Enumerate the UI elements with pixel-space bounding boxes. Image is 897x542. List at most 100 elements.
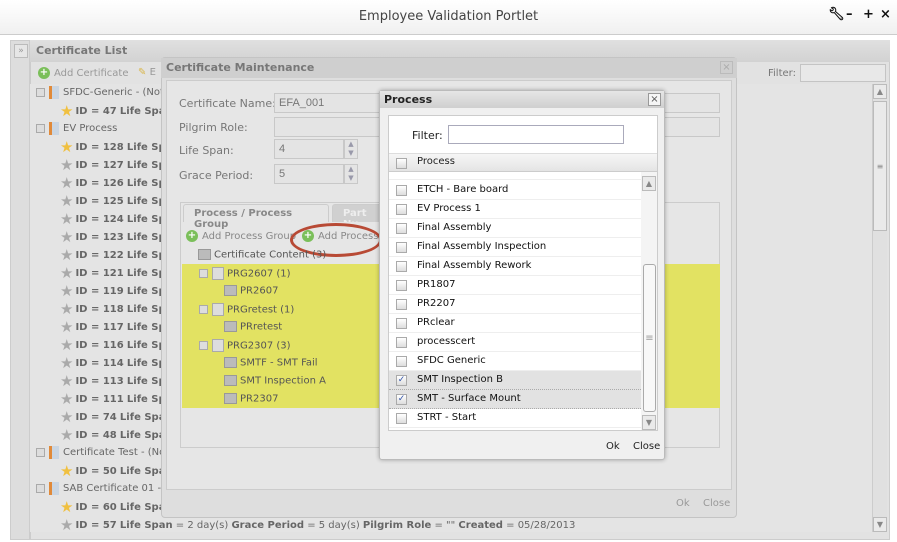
process-row[interactable]: SFDC Generic [389,352,641,371]
process-group-node[interactable]: PRG2607 (1) [199,267,291,280]
life-span-label: Life Span: [179,144,234,157]
collapse-icon[interactable] [199,269,208,278]
process-group-icon [212,303,224,316]
collapse-icon[interactable] [36,447,45,457]
process-row[interactable]: PRclear [389,314,641,333]
select-all-checkbox[interactable] [396,158,407,169]
process-row[interactable]: ✓ SMT Inspection B [389,371,641,390]
process-node[interactable]: SMTF - SMT Fail [224,357,318,369]
tree-certificate[interactable]: SAB Certificate 01 - (I [36,480,171,498]
star-icon: ★ [60,282,74,300]
row-checkbox[interactable] [396,280,407,291]
row-checkbox[interactable] [396,204,407,215]
close-icon[interactable]: × [648,93,661,106]
add-process-group-button[interactable]: + Add Process Group [186,230,296,242]
star-icon: ★ [60,228,74,246]
star-icon: ★ [60,156,74,174]
process-row[interactable]: PR1807 [389,276,641,295]
star-icon: ★ [60,426,74,444]
collapse-icon[interactable] [36,483,45,493]
process-icon [224,321,237,332]
cm-close-icon[interactable]: × [720,61,733,74]
tree-certificate[interactable]: SFDC-Generic - (Not S [36,84,173,102]
scroll-thumb[interactable]: ≡ [643,264,656,412]
process-filter-input[interactable] [448,125,624,144]
star-icon: ★ [60,354,74,372]
edit-certificate-button[interactable]: ✎ E [138,67,156,78]
cm-title: Certificate Maintenance [161,58,737,78]
add-certificate-button[interactable]: + Add Certificate [38,67,128,79]
wrench-icon[interactable]: 🔧︎ [828,7,845,22]
column-process[interactable]: Process [417,156,455,167]
certificate-icon [49,121,59,135]
expand-sidebar-button[interactable]: » [14,44,28,58]
tree-item[interactable]: ★ ID = 48 Life Span [60,426,173,444]
scroll-down-button[interactable]: ▼ [642,415,656,430]
process-row[interactable]: Final Assembly [389,219,641,238]
life-span-input[interactable] [274,139,344,159]
tab-process-group[interactable]: Process / Process Group [183,204,329,230]
process-row[interactable]: processcert [389,333,641,352]
scroll-up-button[interactable]: ▲ [873,84,887,99]
process-row[interactable]: Final Assembly Inspection [389,238,641,257]
row-checkbox[interactable] [396,299,407,310]
collapse-icon[interactable] [199,305,208,314]
certificate-icon [49,445,59,459]
role-label: Pilgrim Role: [179,121,248,134]
process-node[interactable]: PRretest [224,321,282,333]
row-checkbox[interactable] [396,223,407,234]
tree-root[interactable]: Certificate Content (3) [198,249,326,261]
tab-part-number[interactable]: Part Nu [332,204,382,222]
row-checkbox[interactable]: ✓ [396,375,407,386]
cm-close-button[interactable]: Close [703,498,730,509]
process-row[interactable]: PR2207 [389,295,641,314]
star-icon: ★ [60,264,74,282]
tree-certificate[interactable]: Certificate Test - (No [36,444,165,462]
filter-input[interactable] [800,64,886,82]
process-ok-button[interactable]: Ok [606,441,620,452]
window-title: Employee Validation Portlet [358,9,539,24]
tree-item[interactable]: ★ ID = 57 Life Span = 2 day(s) Grace Peri… [60,516,575,534]
filter-label: Filter: [412,129,443,142]
process-close-button[interactable]: Close [633,441,660,452]
close-icon[interactable]: × [880,7,891,22]
row-checkbox[interactable] [396,337,407,348]
row-checkbox[interactable] [396,356,407,367]
process-row[interactable]: ✓ SMT - Surface Mount [389,390,641,409]
minimize-icon[interactable]: – [846,7,853,22]
grace-period-spinner[interactable]: ▲ ▼ [344,164,358,184]
process-node[interactable]: SMT Inspection A [224,375,326,387]
process-row[interactable]: Final Assembly Rework [389,257,641,276]
scroll-up-button[interactable]: ▲ [642,176,656,191]
life-span-spinner[interactable]: ▲ ▼ [344,139,358,159]
process-dialog-title: Process [380,91,664,108]
row-checkbox[interactable] [396,413,407,424]
tree-item[interactable]: ★ ID = 74 Life Span [60,408,173,426]
scroll-thumb[interactable]: ≡ [873,101,887,231]
scroll-down-button[interactable]: ▼ [873,517,887,532]
process-row[interactable]: ETCH - Bare board [389,181,641,200]
grace-period-input[interactable] [274,164,344,184]
collapse-icon[interactable] [36,87,45,97]
process-group-node[interactable]: PRG2307 (3) [199,339,291,352]
collapse-icon[interactable] [36,123,45,133]
row-checkbox[interactable] [396,318,407,329]
star-icon: ★ [60,300,74,318]
row-checkbox[interactable] [396,261,407,272]
star-icon: ★ [60,462,74,480]
cm-ok-button[interactable]: Ok [676,498,690,509]
process-group-node[interactable]: PRGretest (1) [199,303,294,316]
row-checkbox[interactable] [396,185,407,196]
process-icon [224,285,237,296]
maximize-icon[interactable]: + [863,7,874,22]
star-icon: ★ [60,102,74,120]
collapse-icon[interactable] [199,341,208,350]
process-node[interactable]: PR2607 [224,285,278,297]
row-checkbox[interactable] [396,242,407,253]
tree-certificate[interactable]: EV Process [36,120,117,138]
process-node[interactable]: PR2307 [224,393,278,405]
tree-scrollbar[interactable]: ▲ ≡ ▼ [872,84,887,532]
process-row[interactable]: EV Process 1 [389,200,641,219]
row-checkbox[interactable]: ✓ [396,394,407,405]
process-row[interactable]: STRT - Start [389,409,641,428]
